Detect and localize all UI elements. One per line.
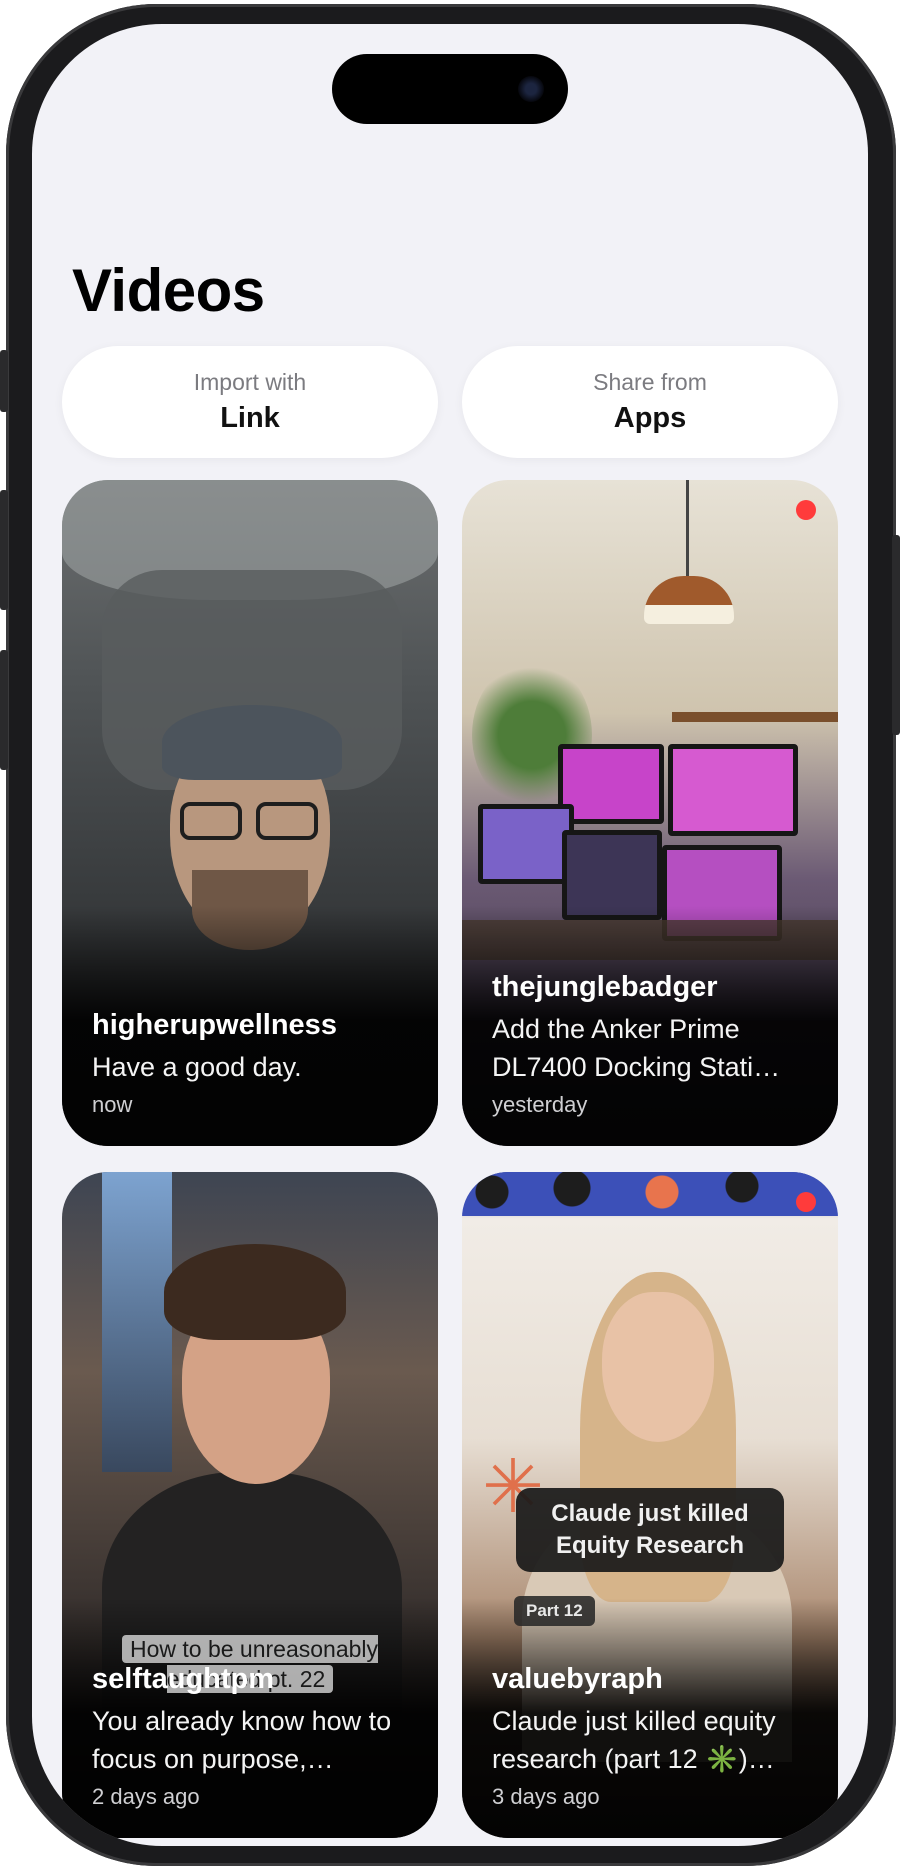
thumbnail-person: [256, 802, 318, 840]
video-caption: Claude just killed equity research (part…: [492, 1706, 776, 1774]
card-meta: higherupwellness Have a good day. now: [92, 1009, 412, 1118]
card-meta: selftaughtpm You already know how to foc…: [92, 1663, 412, 1810]
power-button: [892, 535, 900, 735]
thumbnail-person: [602, 1292, 714, 1442]
video-overlay-title: Claude just killed Equity Research: [516, 1488, 784, 1572]
thumbnail-scene: [686, 480, 689, 580]
video-time: 3 days ago: [492, 1784, 600, 1809]
dynamic-island: [332, 54, 568, 124]
share-apps-button[interactable]: Share from Apps: [462, 346, 838, 458]
video-time: now: [92, 1092, 133, 1117]
video-author: selftaughtpm: [92, 1663, 275, 1695]
video-time: yesterday: [492, 1092, 588, 1117]
thumbnail-person: [164, 1244, 346, 1340]
import-link-button[interactable]: Import with Link: [62, 346, 438, 458]
video-caption: Have a good day.: [92, 1052, 302, 1082]
thumbnail-scene: [462, 1172, 838, 1216]
video-author: valuebyraph: [492, 1663, 663, 1695]
thumbnail-scene: [644, 576, 734, 624]
thumbnail-person: [180, 802, 242, 840]
action-button: [0, 350, 8, 412]
front-camera-icon: [518, 76, 544, 102]
share-apps-sublabel: Share from: [593, 369, 707, 395]
part-badge: Part 12: [514, 1596, 595, 1626]
volume-up-button: [0, 490, 8, 610]
video-author: thejunglebadger: [492, 971, 718, 1003]
thumbnail-monitor: [478, 804, 574, 884]
thumbnail-scene: [672, 712, 838, 722]
card-meta: valuebyraph Claude just killed equity re…: [492, 1663, 812, 1810]
thumbnail-monitor: [668, 744, 798, 836]
import-link-label: Link: [220, 402, 280, 434]
page-title: Videos: [72, 257, 265, 324]
video-author: higherupwellness: [92, 1009, 337, 1041]
screen: Videos Import with Link Share from Apps …: [32, 24, 868, 1846]
thumbnail-scene: [102, 1172, 172, 1472]
video-time: 2 days ago: [92, 1784, 200, 1809]
import-link-sublabel: Import with: [193, 369, 307, 395]
video-caption: You already know how to focus on purpose…: [92, 1706, 392, 1774]
new-indicator-dot: [796, 500, 816, 520]
video-card-thejunglebadger[interactable]: thejunglebadger Add the Anker Prime DL74…: [462, 480, 838, 1146]
share-apps-label: Apps: [613, 402, 687, 434]
new-indicator-dot: [796, 1192, 816, 1212]
volume-down-button: [0, 650, 8, 770]
thumbnail-person: [162, 705, 342, 780]
card-meta: thejunglebadger Add the Anker Prime DL74…: [492, 971, 812, 1118]
video-card-selftaughtpm[interactable]: How to be unreasonably educated pt. 22 s…: [62, 1172, 438, 1838]
video-card-valuebyraph[interactable]: ✳ Claude just killed Equity Research Par…: [462, 1172, 838, 1838]
video-caption: Add the Anker Prime DL7400 Docking Stati…: [492, 1014, 781, 1082]
video-card-higherupwellness[interactable]: higherupwellness Have a good day. now: [62, 480, 438, 1146]
